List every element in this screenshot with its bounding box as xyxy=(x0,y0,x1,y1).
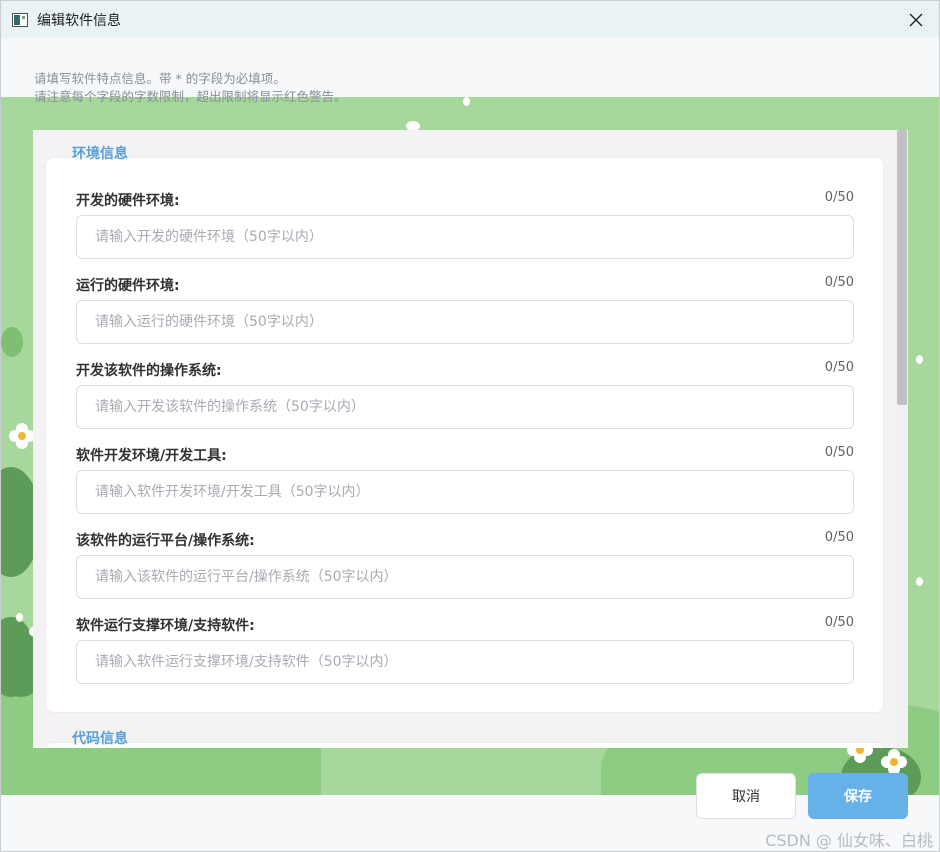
char-counter: 0/50 xyxy=(824,615,854,630)
char-counter: 0/50 xyxy=(824,275,854,290)
dev-tools-input[interactable] xyxy=(76,470,854,514)
form-scroll-area[interactable]: 开发的硬件环境: 0/50 运行的硬件环境: 0/50 开发该软件的操作系统: … xyxy=(33,130,908,748)
dialog-window: 编辑软件信息 请填写软件特点信息。带 * 的字段为必填项。 请注意每个字段的字数… xyxy=(0,0,940,852)
field-label: 开发的硬件环境: xyxy=(76,193,180,209)
field-label: 运行的硬件环境: xyxy=(76,278,180,294)
field-label: 开发该软件的操作系统: xyxy=(76,363,222,379)
dev-os-input[interactable] xyxy=(76,385,854,429)
dev-hardware-input[interactable] xyxy=(76,215,854,259)
section-title-code: 代码信息 xyxy=(72,731,128,747)
notice-line-required: 请填写软件特点信息。带 * 的字段为必填项。 xyxy=(34,71,286,86)
run-platform-input[interactable] xyxy=(76,555,854,599)
scrollbar-thumb[interactable] xyxy=(897,130,907,405)
char-counter: 0/50 xyxy=(824,530,854,545)
section-title-environment: 环境信息 xyxy=(72,146,128,162)
title-bar: 编辑软件信息 xyxy=(1,1,939,38)
char-counter: 0/50 xyxy=(824,190,854,205)
app-window-icon xyxy=(12,12,28,27)
support-software-input[interactable] xyxy=(76,640,854,684)
field-label: 软件运行支撑环境/支持软件: xyxy=(76,618,255,634)
field-label: 软件开发环境/开发工具: xyxy=(76,448,227,464)
char-counter: 0/50 xyxy=(824,360,854,375)
notice-line-limit: 请注意每个字段的字数限制，超出限制将显示红色警告。 xyxy=(34,89,347,104)
run-hardware-input[interactable] xyxy=(76,300,854,344)
window-title: 编辑软件信息 xyxy=(37,12,121,29)
save-button[interactable]: 保存 xyxy=(808,773,908,819)
close-button[interactable] xyxy=(903,7,929,33)
scrollbar-track[interactable] xyxy=(896,130,908,748)
cancel-button[interactable]: 取消 xyxy=(696,773,796,819)
char-counter: 0/50 xyxy=(824,445,854,460)
field-label: 该软件的运行平台/操作系统: xyxy=(76,533,255,549)
watermark: CSDN @ 仙女味、白桃 xyxy=(765,831,933,850)
section-environment: 开发的硬件环境: 0/50 运行的硬件环境: 0/50 开发该软件的操作系统: … xyxy=(45,157,884,713)
form-notice: 请填写软件特点信息。带 * 的字段为必填项。 请注意每个字段的字数限制，超出限制… xyxy=(34,70,347,106)
close-icon xyxy=(909,13,923,27)
section-code xyxy=(45,742,884,748)
